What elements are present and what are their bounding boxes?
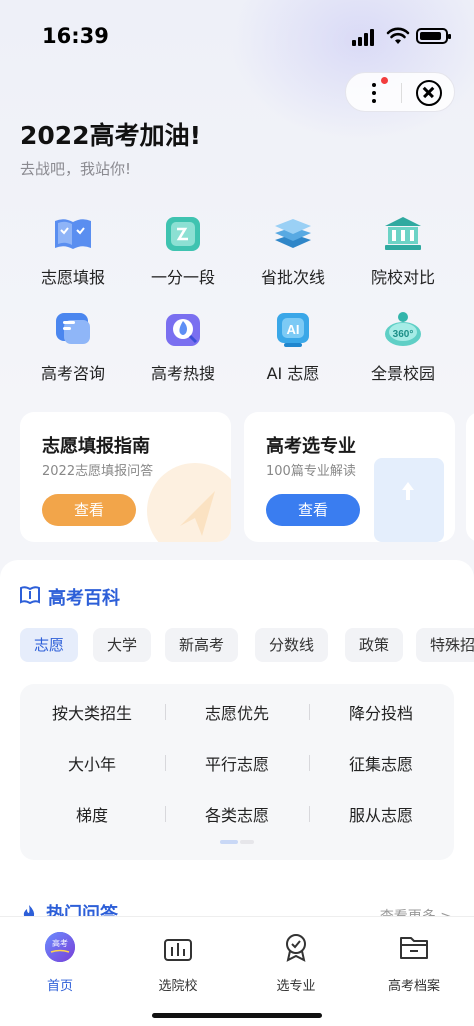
cellular-signal-icon	[352, 28, 378, 46]
tab-policy[interactable]: 政策	[345, 628, 404, 662]
home-logo-icon: 高考	[45, 932, 75, 962]
tab-volunteer[interactable]: 志愿	[20, 628, 79, 662]
tab-special[interactable]: 特殊招	[416, 628, 474, 662]
grid-item-batch-line[interactable]: 省批次线	[236, 214, 346, 294]
medal-icon	[286, 934, 306, 962]
more-icon[interactable]	[364, 79, 384, 107]
card-subtitle: 2022志愿填报问答	[42, 464, 154, 479]
tag-item[interactable]: 大小年	[20, 751, 164, 775]
home-indicator	[152, 1013, 322, 1018]
view-button[interactable]: 查看	[266, 494, 360, 526]
layers-icon	[275, 219, 311, 248]
grid-item-volunteer-fill[interactable]: 志愿填报	[16, 214, 126, 294]
tag-item[interactable]: 各类志愿	[165, 802, 309, 826]
tabbar-label: 选专业	[276, 979, 316, 994]
tag-item[interactable]: 征集志愿	[309, 751, 453, 775]
major-card[interactable]: 高考选专业 100篇专业解读 查看	[244, 412, 455, 542]
card-subtitle: 100篇专业解读	[266, 464, 356, 479]
tag-item[interactable]: 平行志愿	[165, 751, 309, 775]
tag-item[interactable]: 按大类招生	[20, 700, 164, 724]
close-icon[interactable]	[416, 80, 442, 106]
tab-university[interactable]: 大学	[93, 628, 152, 662]
grid-label: 院校对比	[370, 268, 435, 287]
grid-item-panorama[interactable]: 360° 全景校园	[346, 310, 456, 390]
score-segment-icon	[166, 217, 200, 251]
tag-item[interactable]: 志愿优先	[165, 700, 309, 724]
tabbar-label: 首页	[46, 979, 73, 994]
book-icon	[20, 586, 40, 604]
svg-text:AI: AI	[287, 322, 300, 337]
status-bar: 16:39	[0, 0, 474, 70]
category-tabs: 志愿 大学 新高考 分数线 政策 特殊招	[20, 628, 474, 662]
hot-search-icon	[166, 314, 200, 346]
notification-dot	[381, 77, 388, 84]
guide-card[interactable]: 志愿填报指南 2022志愿填报问答 查看	[20, 412, 231, 542]
svg-text:高考: 高考	[52, 938, 68, 948]
folder-icon	[400, 937, 428, 959]
battery-icon	[416, 28, 451, 44]
page-subtitle: 去战吧，我站你!	[20, 160, 132, 178]
grid-item-ai-volunteer[interactable]: AI AI 志愿	[236, 310, 346, 390]
wifi-icon	[386, 27, 410, 44]
tab-new-gaokao[interactable]: 新高考	[165, 628, 239, 662]
status-time: 16:39	[42, 24, 109, 48]
capsule-divider	[401, 83, 402, 103]
ai-badge-icon: AI	[277, 313, 309, 347]
form-book-icon	[55, 219, 91, 249]
tag-panel: 按大类招生 志愿优先 降分投档 大小年 平行志愿 征集志愿 梯度 各类志愿 服从…	[20, 684, 454, 860]
view-button[interactable]: 查看	[42, 494, 136, 526]
grid-label: AI 志愿	[266, 364, 320, 383]
card-title: 志愿填报指南	[42, 436, 150, 457]
grid-item-hot-search[interactable]: 高考热搜	[126, 310, 236, 390]
tab-score-line[interactable]: 分数线	[255, 628, 329, 662]
grid-label: 全景校园	[370, 364, 435, 383]
grid-label: 一分一段	[150, 268, 215, 287]
major-card-decoration-icon	[374, 458, 444, 542]
app-screen: 16:39 2022高考加油! 去战吧，我站你! 志愿填报 一分一段 省批次线 …	[0, 0, 474, 1026]
miniprogram-capsule	[345, 72, 455, 112]
tag-item[interactable]: 服从志愿	[309, 802, 453, 826]
building-chart-icon	[164, 939, 192, 961]
tag-item[interactable]: 梯度	[20, 802, 164, 826]
grid-label: 省批次线	[260, 268, 325, 287]
guide-card-decoration-icon	[147, 463, 231, 542]
grid-label: 高考咨询	[40, 364, 105, 383]
tag-item[interactable]: 降分投档	[309, 700, 453, 724]
grid-item-consult[interactable]: 高考咨询	[16, 310, 126, 390]
tabbar-label: 高考档案	[387, 979, 440, 994]
school-building-icon	[385, 217, 421, 250]
card-title: 高考选专业	[266, 436, 356, 457]
encyclopedia-section: 高考百科 志愿 大学 新高考 分数线 政策 特殊招 按大类招生 志愿优先 降分投…	[0, 560, 474, 940]
bottom-tab-bar: 高考 首页 选院校 选专业 高考档案	[0, 916, 474, 1026]
panorama-360-icon: 360°	[385, 312, 421, 346]
section-title: 高考百科	[48, 588, 120, 609]
grid-item-score-segment[interactable]: 一分一段	[126, 214, 236, 294]
chat-bubble-icon	[56, 313, 90, 344]
tabbar-label: 选院校	[158, 979, 198, 994]
page-indicator	[220, 840, 254, 844]
grid-label: 高考热搜	[150, 364, 215, 383]
next-card-peek[interactable]	[466, 412, 474, 542]
grid-item-school-compare[interactable]: 院校对比	[346, 214, 456, 294]
svg-text:360°: 360°	[393, 329, 414, 340]
page-title: 2022高考加油!	[20, 121, 201, 150]
grid-label: 志愿填报	[40, 268, 105, 287]
